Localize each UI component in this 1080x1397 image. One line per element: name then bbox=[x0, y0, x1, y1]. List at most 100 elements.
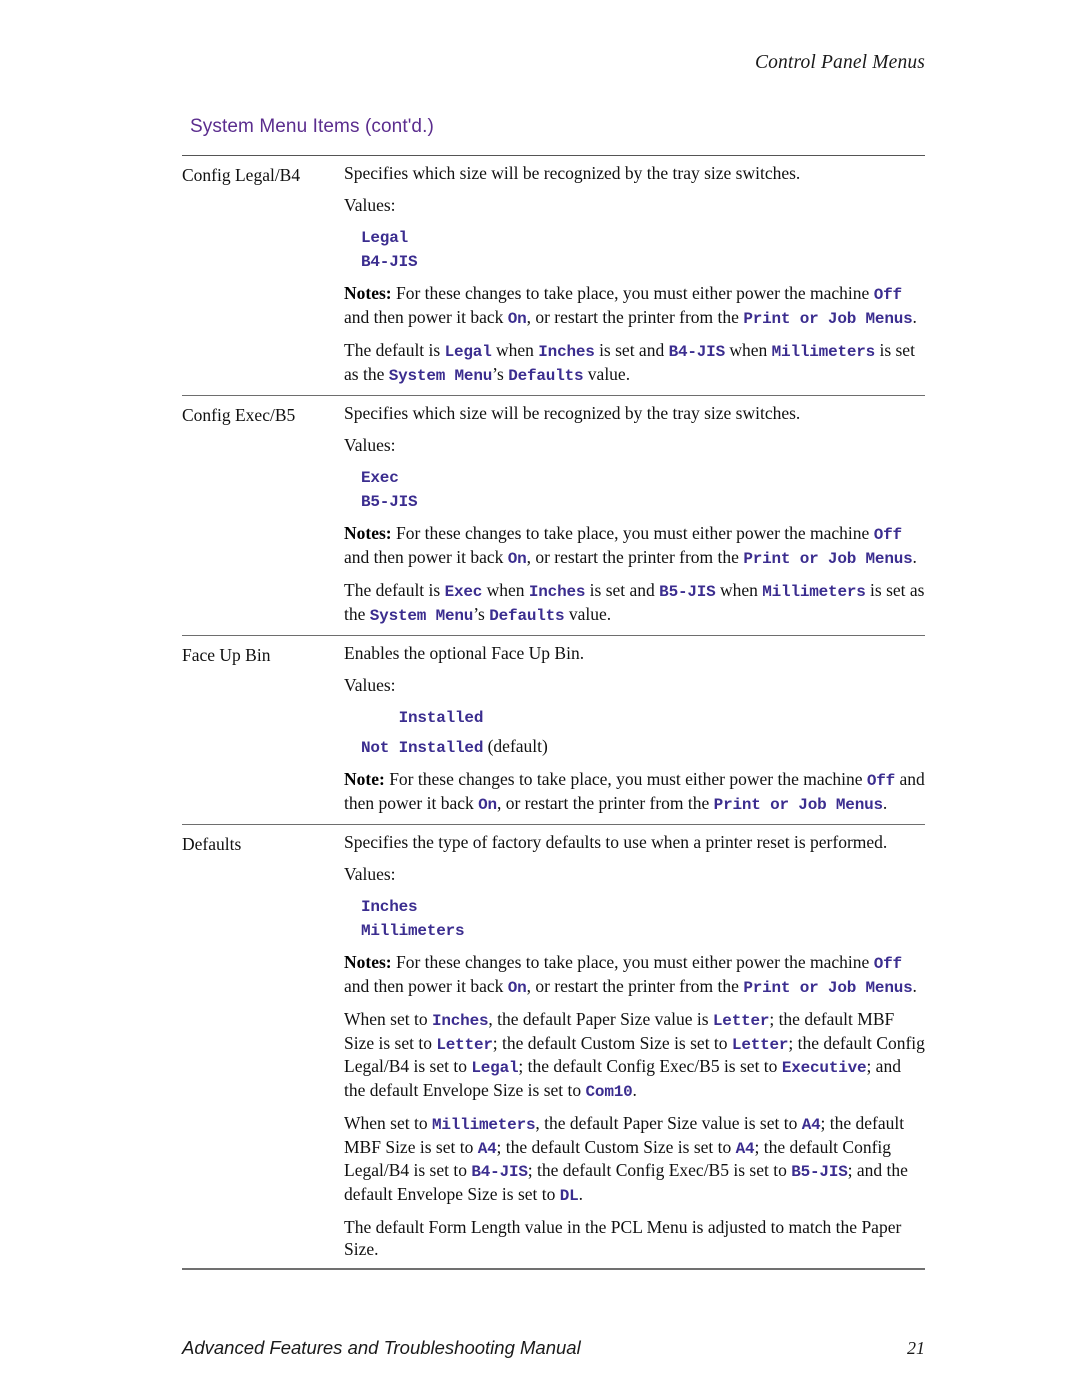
menu-value-token: Print or Job Menus bbox=[743, 978, 913, 997]
document-page: Control Panel Menus System Menu Items (c… bbox=[0, 0, 1080, 1397]
menu-value-list: Inches Millimeters bbox=[344, 895, 925, 942]
system-menu-items-table: Config Legal/B4 Specifies which size will… bbox=[182, 155, 925, 1270]
menu-value-token: Millimeters bbox=[771, 343, 876, 361]
menu-value-token: Defaults bbox=[508, 366, 584, 385]
body-text: Specifies which size will be recognized … bbox=[344, 403, 801, 423]
menu-value-token: Off bbox=[873, 526, 902, 544]
description-paragraph: Specifies the type of factory defaults t… bbox=[344, 832, 925, 854]
body-text: , or restart the printer from the bbox=[526, 306, 744, 327]
description-paragraph: Enables the optional Face Up Bin. bbox=[344, 643, 925, 665]
menu-item-label: Config Legal/B4 bbox=[182, 165, 301, 185]
table-row: Defaults Specifies the type of factory de… bbox=[182, 825, 925, 1268]
body-text: Values: bbox=[344, 194, 396, 215]
table-body: Config Legal/B4 Specifies which size will… bbox=[182, 156, 925, 1270]
menu-value-token: B4-JIS bbox=[361, 253, 418, 271]
menu-value-token: Legal bbox=[471, 1059, 519, 1077]
body-text: The default is bbox=[344, 580, 445, 600]
menu-value-token: Com10 bbox=[585, 1082, 633, 1101]
body-text: when bbox=[482, 580, 529, 600]
body-text: . bbox=[632, 1079, 637, 1100]
description-paragraph: Notes: For these changes to take place, … bbox=[344, 523, 925, 570]
menu-value-token: B4-JIS bbox=[668, 343, 726, 361]
body-text: (default) bbox=[483, 736, 548, 756]
description-paragraph: The default Form Length value in the PCL… bbox=[344, 1217, 925, 1260]
menu-value-token: Installed bbox=[361, 709, 484, 727]
menu-value-option: Not Installed (default) bbox=[344, 736, 925, 759]
table-row: Config Exec/B5 Specifies which size will … bbox=[182, 396, 925, 635]
menu-value-option: Millimeters bbox=[344, 919, 925, 942]
footer-manual-title: Advanced Features and Troubleshooting Ma… bbox=[182, 1337, 581, 1358]
body-text: and then power it back bbox=[344, 975, 508, 996]
menu-value-token: System Menu bbox=[369, 606, 474, 625]
menu-value-token: Print or Job Menus bbox=[743, 549, 913, 568]
body-text: ; the default Custom Size is set to bbox=[496, 1136, 736, 1157]
menu-value-token: Exec bbox=[444, 583, 483, 601]
menu-value-token: Millimeters bbox=[431, 1116, 536, 1134]
menu-value-token: A4 bbox=[801, 1116, 821, 1134]
body-text: when bbox=[491, 340, 539, 360]
body-text: Enables the optional Face Up Bin. bbox=[344, 643, 585, 663]
description-paragraph: Values: bbox=[344, 864, 925, 886]
menu-value-token: Inches bbox=[361, 898, 418, 916]
description-paragraph: Specifies which size will be recognized … bbox=[344, 403, 925, 425]
menu-value-token: Inches bbox=[528, 583, 586, 601]
body-text: Specifies the type of factory defaults t… bbox=[344, 832, 888, 852]
menu-value-token: Not Installed bbox=[361, 739, 484, 757]
menu-value-token: On bbox=[507, 309, 527, 328]
menu-value-token: Off bbox=[873, 955, 902, 973]
menu-value-token: Print or Job Menus bbox=[713, 795, 883, 814]
body-text: value. bbox=[583, 363, 631, 384]
table-row: Config Legal/B4 Specifies which size will… bbox=[182, 156, 925, 395]
menu-item-description: Enables the optional Face Up Bin. Values:… bbox=[344, 643, 925, 816]
menu-value-option: Installed bbox=[344, 706, 925, 729]
menu-value-token: Executive bbox=[781, 1059, 867, 1077]
body-text: . bbox=[912, 306, 917, 327]
body-text: ’s bbox=[473, 603, 490, 624]
menu-value-token: Print or Job Menus bbox=[743, 309, 913, 328]
body-text: Values: bbox=[344, 434, 396, 455]
menu-value-token: Millimeters bbox=[762, 583, 866, 601]
body-text: For these changes to take place, you mus… bbox=[384, 769, 867, 789]
body-text: ; the default Config Exec/B5 is set to bbox=[527, 1160, 792, 1180]
note-label: Notes: bbox=[344, 283, 392, 303]
description-paragraph: Values: bbox=[344, 675, 925, 697]
menu-value-token: System Menu bbox=[388, 366, 493, 385]
body-text: For these changes to take place, you mus… bbox=[391, 523, 874, 543]
description-paragraph: The default is Legal when Inches is set … bbox=[344, 340, 925, 387]
body-text: value. bbox=[564, 603, 612, 624]
body-text: , or restart the printer from the bbox=[526, 975, 744, 996]
table-row: Face Up Bin Enables the optional Face Up … bbox=[182, 636, 925, 824]
running-header: Control Panel Menus bbox=[754, 52, 925, 73]
description-paragraph: Note: For these changes to take place, y… bbox=[344, 769, 925, 816]
menu-item-description: Specifies which size will be recognized … bbox=[344, 163, 925, 387]
note-label: Notes: bbox=[344, 952, 392, 972]
menu-value-token: A4 bbox=[477, 1139, 497, 1158]
note-label: Notes: bbox=[344, 523, 392, 543]
body-text: , or restart the printer from the bbox=[526, 546, 744, 567]
body-text: and then power it back bbox=[344, 546, 508, 567]
body-text: , the default Paper Size value is bbox=[488, 1009, 713, 1029]
menu-value-token: Legal bbox=[361, 229, 409, 247]
footer-page-number: 21 bbox=[907, 1338, 925, 1358]
menu-value-token: Off bbox=[873, 286, 902, 304]
note-label: Note: bbox=[344, 769, 385, 789]
menu-value-token: A4 bbox=[735, 1139, 755, 1158]
description-paragraph: Notes: For these changes to take place, … bbox=[344, 952, 925, 999]
menu-item-label: Face Up Bin bbox=[182, 645, 271, 665]
menu-value-token: Exec bbox=[361, 469, 399, 487]
body-text: Specifies which size will be recognized … bbox=[344, 163, 801, 183]
menu-value-option: Exec bbox=[344, 466, 925, 489]
body-text: is set and bbox=[594, 340, 669, 360]
description-paragraph: Specifies which size will be recognized … bbox=[344, 163, 925, 185]
menu-value-token: Inches bbox=[538, 343, 595, 361]
menu-value-list: Legal B4-JIS bbox=[344, 226, 925, 273]
menu-value-token: B4-JIS bbox=[471, 1163, 528, 1181]
menu-value-list: Exec B5-JIS bbox=[344, 466, 925, 513]
menu-value-token: Millimeters bbox=[361, 922, 465, 940]
menu-value-token: On bbox=[478, 795, 497, 814]
table-bottom-rule bbox=[182, 1268, 925, 1270]
body-text: is set and bbox=[585, 580, 660, 600]
menu-value-token: B5-JIS bbox=[659, 583, 716, 601]
menu-value-token: Letter bbox=[712, 1012, 770, 1030]
menu-value-list: Installed Not Installed (default) bbox=[344, 706, 925, 759]
